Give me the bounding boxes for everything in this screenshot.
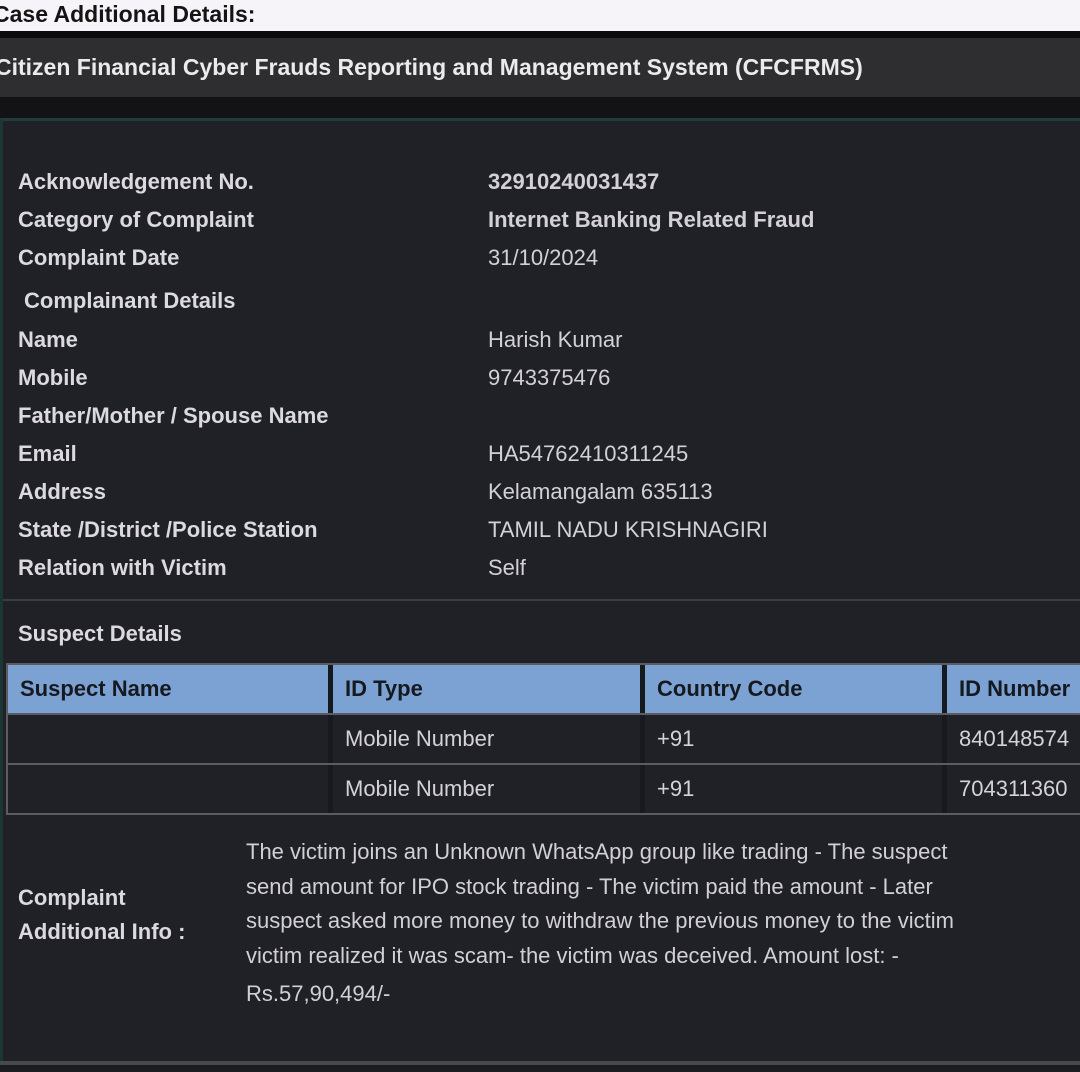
field-label: Father/Mother / Spouse Name: [18, 403, 488, 429]
complaint-text-line: Rs.57,90,494/-: [246, 977, 954, 1012]
cell-country-code: +91: [640, 715, 942, 763]
field-value: 31/10/2024: [488, 245, 598, 271]
field-value: Kelamangalam 635113: [488, 479, 713, 505]
column-header-id-type: ID Type: [328, 665, 640, 713]
complaint-text-line: send amount for IPO stock trading - The …: [246, 870, 954, 905]
field-label: Relation with Victim: [18, 555, 488, 581]
field-label: Name: [18, 327, 488, 353]
complaint-label-line2: Additional Info :: [18, 915, 246, 949]
title-divider: [0, 31, 1080, 38]
field-label: Mobile: [18, 365, 488, 391]
complainant-details-heading: Complainant Details: [18, 281, 1080, 321]
column-header-country-code: Country Code: [640, 665, 942, 713]
bottom-background: [0, 1065, 1080, 1072]
field-label: Complaint Date: [18, 245, 488, 271]
field-row-complaint-date: Complaint Date 31/10/2024: [18, 239, 1080, 277]
header-gap: [0, 97, 1080, 118]
complaint-text-line: victim realized it was scam- the victim …: [246, 939, 954, 974]
field-row-mobile: Mobile 9743375476: [18, 359, 1080, 397]
field-row-father-mother-spouse: Father/Mother / Spouse Name: [18, 397, 1080, 435]
suspect-table-header-row: Suspect Name ID Type Country Code ID Num…: [8, 665, 1080, 713]
complaint-additional-info-label: Complaint Additional Info :: [18, 881, 246, 1012]
field-label: Email: [18, 441, 488, 467]
field-value: Self: [488, 555, 526, 581]
field-row-category: Category of Complaint Internet Banking R…: [18, 201, 1080, 239]
cell-suspect-name: [8, 715, 328, 763]
field-value: Harish Kumar: [488, 327, 622, 353]
suspect-table: Suspect Name ID Type Country Code ID Num…: [6, 663, 1080, 815]
complaint-additional-info-section: Complaint Additional Info : The victim j…: [18, 835, 1080, 1012]
cell-id-type: Mobile Number: [328, 715, 640, 763]
column-header-suspect-name: Suspect Name: [8, 665, 328, 713]
complaint-text-line: suspect asked more money to withdraw the…: [246, 904, 954, 939]
complaint-label-line1: Complaint: [18, 881, 246, 915]
field-row-acknowledgement: Acknowledgement No. 32910240031437: [18, 163, 1080, 201]
suspect-details-heading: Suspect Details: [18, 621, 1080, 647]
field-value: 9743375476: [488, 365, 610, 391]
field-value: Internet Banking Related Fraud: [488, 207, 814, 233]
table-row: Mobile Number +91 704311360: [8, 763, 1080, 813]
field-row-relation-with-victim: Relation with Victim Self: [18, 549, 1080, 587]
cell-country-code: +91: [640, 765, 942, 813]
field-value: TAMIL NADU KRISHNAGIRI: [488, 517, 768, 543]
field-label: Category of Complaint: [18, 207, 488, 233]
field-label: State /District /Police Station: [18, 517, 488, 543]
field-value: 32910240031437: [488, 169, 659, 195]
field-row-address: Address Kelamangalam 635113: [18, 473, 1080, 511]
page-title: Case Additional Details:: [0, 0, 255, 28]
field-value: HA54762410311245: [488, 441, 688, 467]
system-header-title: Citizen Financial Cyber Frauds Reporting…: [0, 54, 863, 81]
complaint-additional-info-text: The victim joins an Unknown WhatsApp gro…: [246, 835, 954, 1012]
report-panel: Acknowledgement No. 32910240031437 Categ…: [0, 118, 1080, 1061]
system-header-bar: Citizen Financial Cyber Frauds Reporting…: [0, 38, 1080, 97]
cell-id-type: Mobile Number: [328, 765, 640, 813]
complaint-text-line: The victim joins an Unknown WhatsApp gro…: [246, 835, 954, 870]
field-label: Acknowledgement No.: [18, 169, 488, 195]
column-header-id-number: ID Number: [942, 665, 1080, 713]
section-divider: [0, 599, 1080, 601]
field-label: Address: [18, 479, 488, 505]
field-row-name: Name Harish Kumar: [18, 321, 1080, 359]
page-title-bar: Case Additional Details:: [0, 0, 1080, 31]
field-row-email: Email HA54762410311245: [18, 435, 1080, 473]
cell-suspect-name: [8, 765, 328, 813]
field-row-state-district-ps: State /District /Police Station TAMIL NA…: [18, 511, 1080, 549]
cell-id-number: 704311360: [942, 765, 1080, 813]
cell-id-number: 840148574: [942, 715, 1080, 763]
table-row: Mobile Number +91 840148574: [8, 713, 1080, 763]
